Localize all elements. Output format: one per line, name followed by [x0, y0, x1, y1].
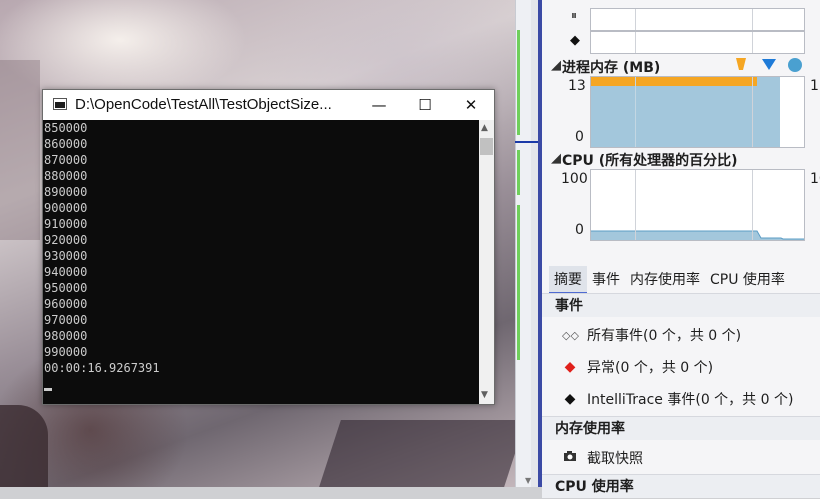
console-line: 950000 — [44, 281, 88, 295]
collapse-chevron-icon[interactable]: ◢ — [551, 58, 561, 73]
tab-events[interactable]: 事件 — [587, 266, 625, 292]
console-line: 900000 — [44, 201, 88, 215]
list-item-intellitrace[interactable]: ◆ IntelliTrace 事件(0 个，共 0 个) — [562, 389, 794, 409]
cpu-usage-header: CPU 使用率 — [542, 474, 820, 498]
editor-gutter: ▼ — [515, 0, 539, 487]
console-line: 990000 — [44, 345, 88, 359]
change-marker — [517, 30, 520, 135]
list-item-label: 所有事件(0 个，共 0 个) — [587, 328, 742, 344]
private-bytes-marker-icon — [788, 58, 802, 72]
console-cursor — [44, 388, 52, 391]
all-events-icon: ◇◇ — [562, 328, 579, 342]
cpu-y-max: 100 — [561, 171, 588, 187]
memory-y-min: 0 — [575, 129, 584, 145]
tab-memory-usage[interactable]: 内存使用率 — [625, 266, 705, 292]
memory-usage-header: 内存使用率 — [542, 416, 820, 440]
console-line: 980000 — [44, 329, 88, 343]
wallpaper-shape — [319, 420, 526, 487]
console-line: 930000 — [44, 249, 88, 263]
grid-line — [752, 9, 753, 30]
grid-line — [752, 32, 753, 53]
grid-line — [752, 170, 753, 240]
cpu-chart — [590, 169, 805, 241]
memory-chart — [590, 76, 805, 148]
console-line: 960000 — [44, 297, 88, 311]
console-line: 940000 — [44, 265, 88, 279]
change-marker — [517, 150, 520, 195]
events-header: 事件 — [542, 293, 820, 317]
minimize-button[interactable]: — — [356, 90, 402, 120]
grid-line — [635, 77, 636, 147]
memory-y-max: 13 — [568, 78, 586, 94]
take-snapshot-button[interactable]: 截取快照 — [562, 448, 643, 468]
list-item-label: 异常(0 个，共 0 个) — [587, 360, 714, 376]
console-line: 860000 — [44, 137, 88, 151]
wallpaper-shape — [0, 60, 40, 240]
list-item-label: IntelliTrace 事件(0 个，共 0 个) — [587, 392, 794, 408]
camera-icon — [562, 450, 578, 466]
scroll-down-arrow-icon[interactable]: ▼ — [525, 476, 531, 485]
editor-scrollbar[interactable] — [531, 0, 538, 487]
memory-y-max-right: 1 — [810, 78, 819, 94]
cpu-y-max-right: 10 — [810, 171, 820, 187]
take-snapshot-label: 截取快照 — [587, 451, 643, 467]
console-app-icon[interactable] — [53, 98, 67, 110]
console-line: 870000 — [44, 153, 88, 167]
cpu-y-min: 0 — [575, 222, 584, 238]
tab-summary[interactable]: 摘要 — [549, 266, 587, 294]
scroll-thumb[interactable] — [480, 138, 493, 155]
change-marker — [517, 205, 520, 360]
grid-line — [635, 9, 636, 30]
grid-line — [635, 170, 636, 240]
grid-line — [752, 77, 753, 147]
cpu-line — [591, 230, 804, 240]
console-line: 880000 — [44, 169, 88, 183]
scroll-down-arrow-icon[interactable]: ▼ — [481, 390, 488, 400]
console-titlebar[interactable]: D:\OpenCode\TestAll\TestObjectSize... — … — [43, 90, 494, 120]
list-item-all-events[interactable]: ◇◇ 所有事件(0 个，共 0 个) — [562, 325, 741, 345]
memory-section-title: 进程内存 (MB) — [562, 60, 661, 76]
exception-icon: ◆ — [564, 359, 576, 375]
tab-cpu-usage[interactable]: CPU 使用率 — [705, 266, 790, 292]
list-item-exceptions[interactable]: ◆ 异常(0 个，共 0 个) — [562, 357, 713, 377]
intellitrace-icon: ◆ — [564, 391, 576, 407]
caret-line-marker — [515, 141, 538, 143]
exception-events-track — [590, 31, 805, 54]
console-title: D:\OpenCode\TestAll\TestObjectSize... — [75, 96, 332, 113]
collapse-chevron-icon[interactable]: ◢ — [551, 151, 561, 166]
console-line: 970000 — [44, 313, 88, 327]
grid-line — [635, 32, 636, 53]
console-line: 890000 — [44, 185, 88, 199]
diagnostic-tools-panel: ⏸ ◆ ◢ 进程内存 (MB) 13 0 1 ◢ CPU (所有处理器的百分比)… — [542, 0, 820, 498]
wallpaper-shape — [0, 405, 48, 487]
console-line: 00:00:16.9267391 — [44, 361, 160, 375]
gc-band — [591, 77, 757, 86]
console-output[interactable]: 850000 860000 870000 880000 890000 90000… — [43, 120, 479, 404]
break-events-track — [590, 8, 805, 31]
close-button[interactable]: ✕ — [448, 90, 494, 120]
console-line: 920000 — [44, 233, 88, 247]
console-window[interactable]: D:\OpenCode\TestAll\TestObjectSize... — … — [42, 89, 495, 405]
snapshot-marker-icon — [762, 59, 776, 70]
cpu-section-title: CPU (所有处理器的百分比) — [562, 153, 738, 169]
console-line: 910000 — [44, 217, 88, 231]
scroll-up-arrow-icon[interactable]: ▲ — [481, 123, 488, 133]
diamond-icon: ◆ — [570, 33, 580, 48]
pause-icon: ⏸ — [571, 8, 578, 22]
gc-marker-icon — [736, 58, 746, 70]
console-line: 850000 — [44, 121, 88, 135]
maximize-button[interactable]: ☐ — [402, 90, 448, 120]
console-scrollbar[interactable]: ▲ ▼ — [479, 120, 494, 404]
diagnostic-tabs: 摘要 事件 内存使用率 CPU 使用率 — [549, 266, 790, 294]
